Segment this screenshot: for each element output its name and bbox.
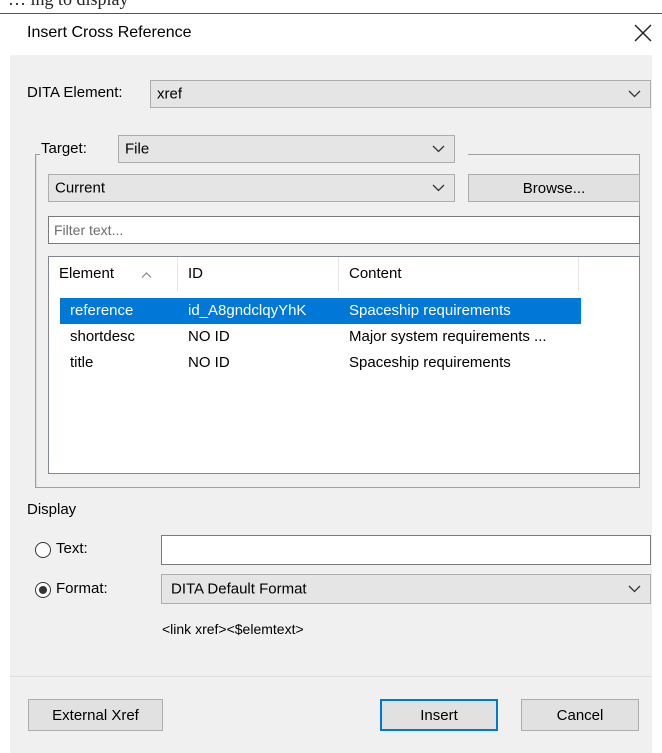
separator bbox=[10, 676, 652, 677]
chevron-down-icon bbox=[432, 145, 445, 153]
external-xref-button[interactable]: External Xref bbox=[28, 699, 163, 731]
cell-content: Spaceship requirements bbox=[349, 302, 511, 319]
radio-selected-dot bbox=[39, 586, 47, 594]
format-value: DITA Default Format bbox=[171, 580, 307, 598]
column-header-id[interactable]: ID bbox=[178, 257, 339, 291]
format-preview: <link xref><$elemtext> bbox=[162, 621, 304, 637]
cell-id: NO ID bbox=[188, 354, 230, 371]
target-file-value: Current bbox=[55, 179, 106, 197]
results-table[interactable]: Element ID Content reference id_A8gndclq… bbox=[48, 256, 640, 474]
cell-id: id_A8gndclqyYhK bbox=[188, 302, 307, 319]
text-radio[interactable] bbox=[35, 542, 51, 558]
close-icon bbox=[634, 24, 652, 42]
format-option-label: Format: bbox=[56, 580, 108, 597]
browse-button[interactable]: Browse... bbox=[468, 174, 640, 202]
target-group-bottom bbox=[35, 487, 640, 488]
chevron-down-icon bbox=[628, 90, 641, 98]
text-option-label: Text: bbox=[56, 540, 88, 557]
cell-content: Major system requirements ... bbox=[349, 328, 547, 345]
insert-button[interactable]: Insert bbox=[380, 699, 498, 731]
window-behind-text: … ing to display bbox=[0, 0, 662, 14]
target-label: Target: bbox=[41, 140, 87, 157]
dialog-title: Insert Cross Reference bbox=[27, 24, 192, 41]
dita-element-value: xref bbox=[157, 85, 183, 103]
table-row[interactable]: reference id_A8gndclqyYhK Spaceship requ… bbox=[60, 298, 581, 324]
dita-element-select[interactable]: xref bbox=[150, 80, 651, 108]
cancel-button[interactable]: Cancel bbox=[521, 699, 639, 731]
display-section-label: Display bbox=[27, 501, 77, 518]
title-bar: Insert Cross Reference bbox=[0, 14, 662, 55]
text-input[interactable] bbox=[161, 535, 651, 565]
filter-placeholder: Filter text... bbox=[54, 222, 124, 238]
cell-element: title bbox=[70, 354, 94, 371]
column-header-label: Element bbox=[59, 265, 115, 282]
target-type-value: File bbox=[125, 140, 150, 158]
target-group-left-hl bbox=[36, 154, 37, 488]
sort-ascending-icon bbox=[141, 272, 152, 278]
column-header-element[interactable]: Element bbox=[49, 257, 178, 291]
target-file-select[interactable]: Current bbox=[48, 174, 455, 202]
table-header: Element ID Content bbox=[49, 257, 639, 291]
filter-input[interactable]: Filter text... bbox=[48, 216, 640, 244]
table-row[interactable]: shortdesc NO ID Major system requirement… bbox=[60, 324, 581, 350]
partial-text: … ing to display bbox=[8, 0, 129, 10]
cell-content: Spaceship requirements bbox=[349, 354, 511, 371]
close-button[interactable] bbox=[630, 18, 656, 48]
column-header-content[interactable]: Content bbox=[339, 257, 579, 291]
column-header-label: Content bbox=[349, 265, 402, 282]
column-header-label: ID bbox=[188, 265, 203, 282]
dita-element-label: DITA Element: bbox=[27, 84, 123, 101]
cell-id: NO ID bbox=[188, 328, 230, 345]
cell-element: shortdesc bbox=[70, 328, 136, 345]
target-group-top-left bbox=[35, 154, 40, 155]
target-group-top-right bbox=[468, 154, 640, 155]
dialog-body: DITA Element: xref Target: File Current … bbox=[10, 55, 652, 753]
format-select[interactable]: DITA Default Format bbox=[161, 574, 651, 604]
format-radio[interactable] bbox=[35, 582, 51, 598]
chevron-down-icon bbox=[432, 184, 445, 192]
cell-element: reference bbox=[70, 302, 134, 319]
table-row[interactable]: title NO ID Spaceship requirements bbox=[60, 350, 581, 376]
target-type-select[interactable]: File bbox=[118, 135, 455, 163]
chevron-down-icon bbox=[628, 585, 641, 593]
